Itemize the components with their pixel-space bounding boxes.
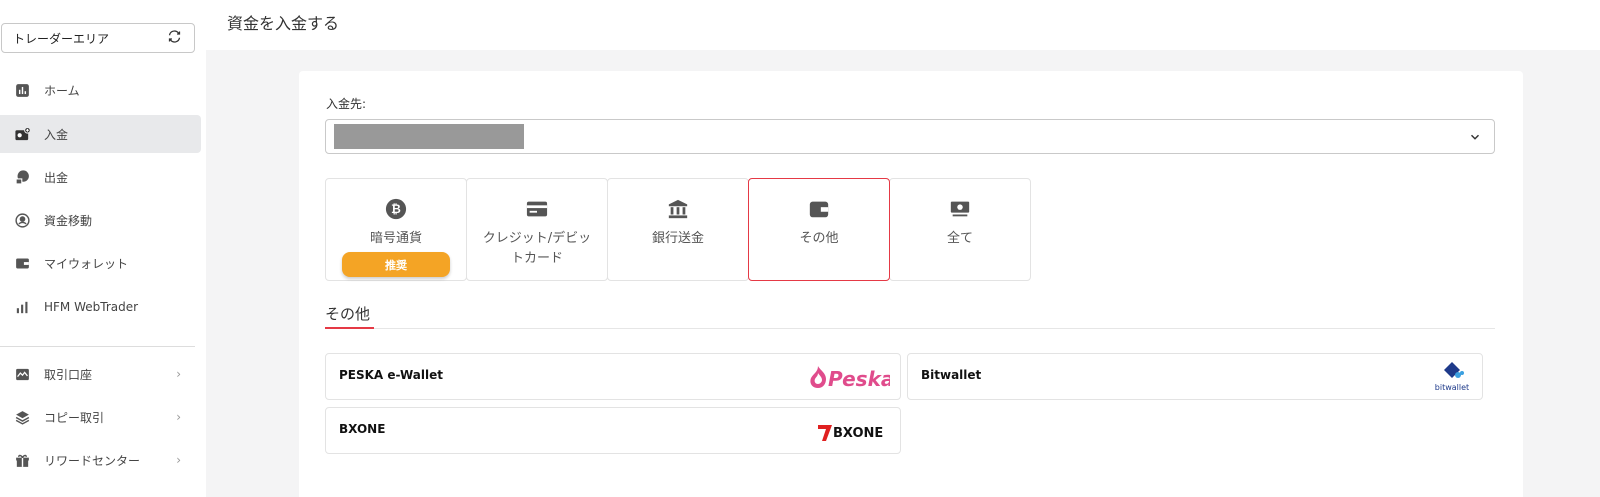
svg-text:BXONE: BXONE [833, 426, 883, 441]
method-label: 暗号通貨 [369, 231, 422, 246]
sidebar-item-rewards[interactable]: リワードセンター › [0, 441, 201, 479]
bxone-logo: BXONE [816, 414, 890, 448]
chevron-right-icon: › [176, 410, 181, 424]
deposit-to-label: 入金先: [326, 97, 367, 111]
chevron-right-icon: › [176, 453, 181, 467]
coin-out-icon [14, 169, 31, 186]
transfer-icon [14, 212, 31, 229]
payment-method-tabs: ₿ 暗号通貨 推奨 クレジット/デビットカード 銀行送金 その他 全て [325, 178, 1031, 281]
sidebar-item-withdraw[interactable]: 出金 [0, 158, 201, 196]
trader-area-label: トレーダーエリア [13, 31, 110, 46]
svg-text:bitwallet: bitwallet [1435, 383, 1469, 392]
trader-area-select[interactable]: トレーダーエリア [1, 23, 195, 53]
sidebar-item-label: 資金移動 [44, 213, 93, 228]
sidebar-item-home[interactable]: ホーム [0, 71, 201, 109]
sidebar-item-label: 出金 [44, 170, 69, 185]
top-bar: 資金を入金する [206, 0, 1600, 50]
sidebar-item-label: ホーム [44, 83, 80, 98]
method-label: クレジット/デビットカード [482, 231, 592, 266]
provider-name: PESKA e-Wallet [339, 368, 443, 382]
recommended-badge: 推奨 [342, 252, 450, 277]
provider-bxone[interactable]: BXONE BXONE [325, 407, 901, 454]
wallet-plus-icon [14, 126, 31, 143]
wallet-icon [14, 255, 31, 272]
chart-icon [14, 82, 31, 99]
bank-icon [666, 197, 690, 221]
section-underline [325, 327, 374, 329]
sidebar: トレーダーエリア ホーム 入金 出金 資金移動 マイウォレット HFM WebT… [0, 0, 206, 497]
provider-name: BXONE [339, 422, 386, 436]
sidebar-item-deposit[interactable]: 入金 [0, 115, 201, 153]
sidebar-item-transfer[interactable]: 資金移動 [0, 201, 201, 239]
account-chart-icon [14, 366, 31, 383]
method-all[interactable]: 全て [889, 178, 1031, 281]
sidebar-item-label: リワードセンター [44, 453, 141, 468]
peska-logo: Peska [806, 360, 890, 394]
method-bank[interactable]: 銀行送金 [607, 178, 749, 281]
provider-bitwallet[interactable]: Bitwallet bitwallet [907, 353, 1483, 400]
masked-account-value [334, 124, 524, 149]
credit-card-icon [525, 197, 549, 221]
bitcoin-icon: ₿ [384, 197, 408, 221]
provider-peska[interactable]: PESKA e-Wallet Peska [325, 353, 901, 400]
sidebar-item-label: HFM WebTrader [44, 300, 139, 314]
sidebar-item-trading-accounts[interactable]: 取引口座 › [0, 355, 201, 393]
chevron-down-icon [1468, 129, 1482, 143]
deposit-card: 入金先: ₿ 暗号通貨 推奨 クレジット/デビットカード 銀行送金 その他 全て [299, 71, 1523, 497]
wallet-icon [807, 197, 831, 221]
sidebar-item-copy-trading[interactable]: コピー取引 › [0, 398, 201, 436]
sidebar-divider [0, 346, 195, 347]
cash-icon [948, 197, 972, 221]
method-label: 全て [946, 231, 973, 246]
provider-name: Bitwallet [921, 368, 982, 382]
svg-text:Peska: Peska [828, 367, 890, 391]
sidebar-item-label: 取引口座 [44, 367, 93, 382]
method-other[interactable]: その他 [748, 178, 890, 281]
sidebar-item-label: コピー取引 [44, 410, 105, 425]
sidebar-item-webtrader[interactable]: HFM WebTrader [0, 288, 201, 326]
page-title: 資金を入金する [227, 14, 340, 33]
gift-icon [14, 452, 31, 469]
refresh-icon[interactable] [167, 29, 182, 47]
deposit-account-select[interactable] [325, 119, 1495, 154]
chevron-right-icon: › [176, 367, 181, 381]
bars-icon [14, 299, 31, 316]
layers-icon [14, 409, 31, 426]
method-crypto[interactable]: ₿ 暗号通貨 推奨 [325, 178, 467, 281]
svg-text:₿: ₿ [391, 202, 401, 216]
sidebar-item-my-wallet[interactable]: マイウォレット [0, 244, 201, 282]
method-label: その他 [799, 231, 839, 246]
method-label: 銀行送金 [651, 231, 704, 246]
sidebar-item-label: マイウォレット [44, 256, 129, 271]
sidebar-item-label: 入金 [44, 127, 69, 142]
bitwallet-logo: bitwallet [1432, 360, 1472, 394]
section-title: その他 [325, 305, 371, 323]
method-card[interactable]: クレジット/デビットカード [466, 178, 608, 281]
section-divider [325, 328, 1495, 329]
